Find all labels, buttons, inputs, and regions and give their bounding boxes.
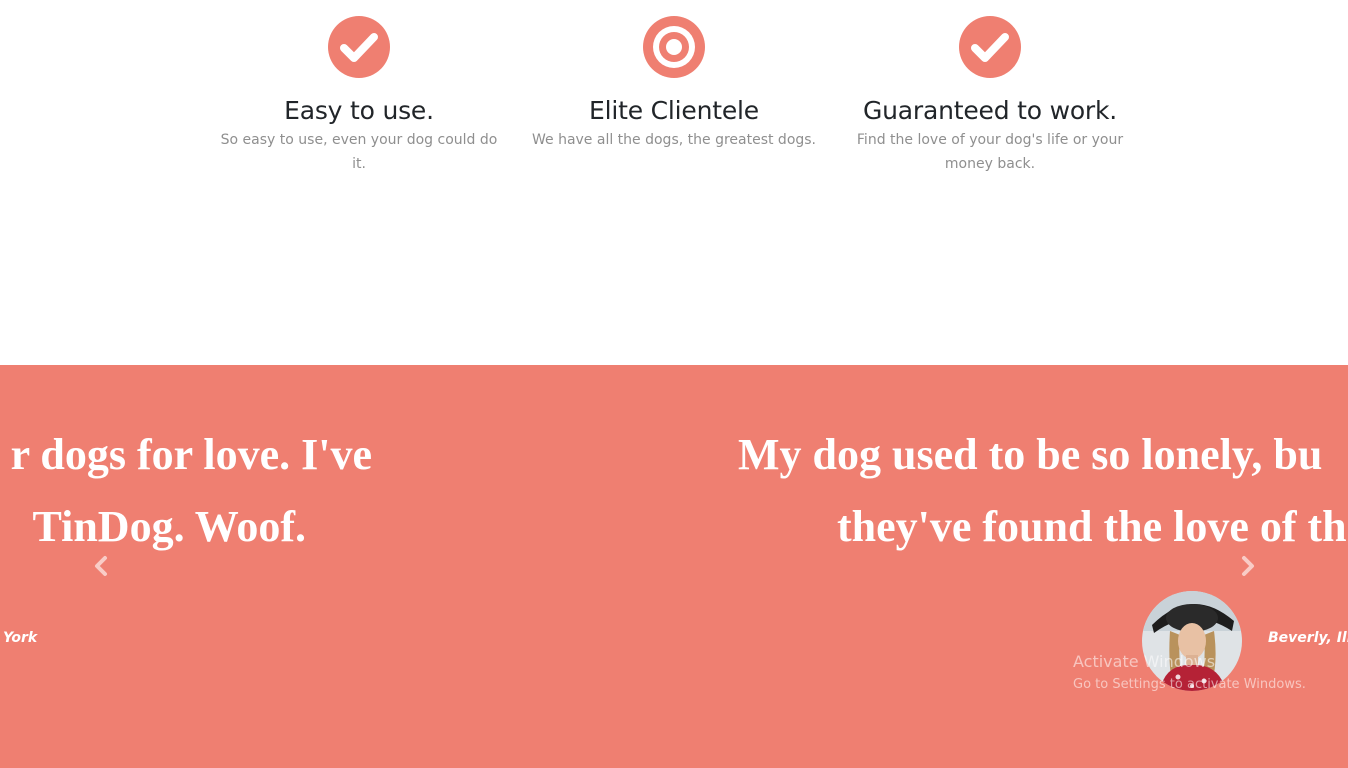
bullseye-icon xyxy=(643,16,705,78)
windows-activation-watermark: Activate Windows Go to Settings to activ… xyxy=(1073,652,1306,694)
feature-easy-to-use: Easy to use. So easy to use, even your d… xyxy=(209,0,509,176)
feature-guaranteed: Guaranteed to work. Find the love of you… xyxy=(840,0,1140,176)
feature-title: Elite Clientele xyxy=(589,96,759,125)
carousel-next-button[interactable] xyxy=(1236,553,1260,579)
quote-line: r dogs for love. I've xyxy=(10,430,372,479)
feature-description: So easy to use, even your dog could do i… xyxy=(220,132,498,172)
feature-title: Guaranteed to work. xyxy=(862,96,1118,125)
chevron-left-icon xyxy=(95,556,107,576)
watermark-subtitle: Go to Settings to activate Windows. xyxy=(1073,677,1306,692)
feature-title: Easy to use. xyxy=(284,96,434,125)
testimonial-author-previous: York xyxy=(3,630,38,646)
testimonial-quote-previous: r dogs for love. I've TinDog. Woof. xyxy=(0,419,372,563)
testimonial-author-current: Beverly, Illir xyxy=(1268,630,1348,646)
check-circle-icon xyxy=(959,16,1021,78)
testimonials-carousel: r dogs for love. I've TinDog. Woof. York… xyxy=(0,365,1348,768)
feature-description: We have all the dogs, the greatest dogs. xyxy=(531,132,817,148)
check-circle-icon xyxy=(328,16,390,78)
feature-elite-clientele: Elite Clientele We have all the dogs, th… xyxy=(524,0,824,152)
testimonial-quote-current: My dog used to be so lonely, bu they've … xyxy=(738,419,1347,563)
quote-line: TinDog. Woof. xyxy=(32,502,306,551)
chevron-right-icon xyxy=(1242,556,1254,576)
carousel-prev-button[interactable] xyxy=(89,553,113,579)
watermark-title: Activate Windows xyxy=(1073,652,1216,671)
feature-description: Find the love of your dog's life or your… xyxy=(856,132,1124,172)
features-section: Easy to use. So easy to use, even your d… xyxy=(0,0,1348,365)
quote-line: My dog used to be so lonely, bu xyxy=(738,430,1323,479)
